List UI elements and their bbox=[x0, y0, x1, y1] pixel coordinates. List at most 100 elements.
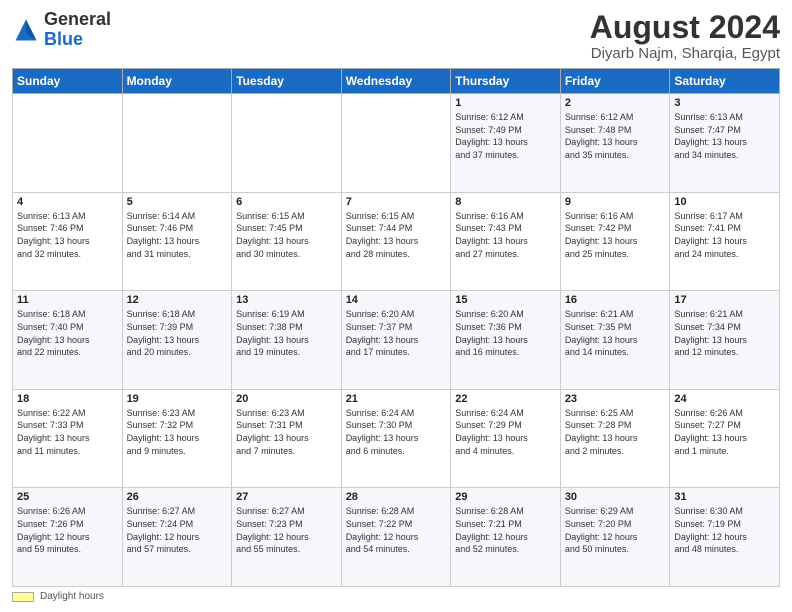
calendar-cell: 9 Sunrise: 6:16 AM Sunset: 7:42 PM Daylig… bbox=[560, 192, 670, 291]
calendar-cell: 24Sunrise: 6:26 AM Sunset: 7:27 PM Dayli… bbox=[670, 389, 780, 488]
calendar-cell: 7 Sunrise: 6:15 AM Sunset: 7:44 PM Daylig… bbox=[341, 192, 451, 291]
day-number: 30 bbox=[565, 491, 666, 503]
day-number: 11 bbox=[17, 294, 118, 306]
calendar-cell bbox=[232, 94, 342, 193]
calendar-cell: 26 Sunrise: 6:27 AM Sunset: 7:24 PM Dayli… bbox=[122, 488, 232, 587]
day-number: 25 bbox=[17, 491, 118, 503]
day-info: Sunrise: 6:19 AM Sunset: 7:38 PM Dayligh… bbox=[236, 308, 337, 358]
calendar-cell: 22Sunrise: 6:24 AM Sunset: 7:29 PM Dayli… bbox=[451, 389, 561, 488]
day-number: 6 bbox=[236, 196, 337, 208]
calendar-cell: 15 Sunrise: 6:20 AM Sunset: 7:36 PM Dayli… bbox=[451, 291, 561, 390]
logo: General Blue bbox=[12, 10, 111, 50]
weekday-header-monday: Monday bbox=[122, 69, 232, 94]
calendar-cell: 18 Sunrise: 6:22 AM Sunset: 7:33 PM Dayli… bbox=[13, 389, 123, 488]
day-info: Sunrise: 6:23 AM Sunset: 7:31 PM Dayligh… bbox=[236, 407, 337, 457]
day-info: Sunrise: 6:26 AM Sunset: 7:26 PM Dayligh… bbox=[17, 505, 118, 555]
calendar-cell: 16 Sunrise: 6:21 AM Sunset: 7:35 PM Dayli… bbox=[560, 291, 670, 390]
day-number: 26 bbox=[127, 491, 228, 503]
calendar-cell: 25 Sunrise: 6:26 AM Sunset: 7:26 PM Dayli… bbox=[13, 488, 123, 587]
calendar-cell: 19Sunrise: 6:23 AM Sunset: 7:32 PM Dayli… bbox=[122, 389, 232, 488]
calendar-cell: 12 Sunrise: 6:18 AM Sunset: 7:39 PM Dayli… bbox=[122, 291, 232, 390]
weekday-header-sunday: Sunday bbox=[13, 69, 123, 94]
day-number: 12 bbox=[127, 294, 228, 306]
day-number: 28 bbox=[346, 491, 447, 503]
calendar-cell: 17 Sunrise: 6:21 AM Sunset: 7:34 PM Dayli… bbox=[670, 291, 780, 390]
day-number: 31 bbox=[674, 491, 775, 503]
day-info: Sunrise: 6:15 AM Sunset: 7:44 PM Dayligh… bbox=[346, 210, 447, 260]
weekday-header-saturday: Saturday bbox=[670, 69, 780, 94]
calendar-week-row: 11 Sunrise: 6:18 AM Sunset: 7:40 PM Dayli… bbox=[13, 291, 780, 390]
day-number: 3 bbox=[674, 97, 775, 109]
calendar-cell: 10 Sunrise: 6:17 AM Sunset: 7:41 PM Dayli… bbox=[670, 192, 780, 291]
calendar-cell: 4Sunrise: 6:13 AM Sunset: 7:46 PM Daylig… bbox=[13, 192, 123, 291]
month-title: August 2024 bbox=[590, 10, 780, 45]
day-info: Sunrise: 6:18 AM Sunset: 7:39 PM Dayligh… bbox=[127, 308, 228, 358]
day-number: 27 bbox=[236, 491, 337, 503]
day-info: Sunrise: 6:13 AM Sunset: 7:46 PM Dayligh… bbox=[17, 210, 118, 260]
day-info: Sunrise: 6:12 AM Sunset: 7:48 PM Dayligh… bbox=[565, 111, 666, 161]
day-number: 22 bbox=[455, 393, 556, 405]
day-number: 16 bbox=[565, 294, 666, 306]
day-number: 19 bbox=[127, 393, 228, 405]
calendar-body: 1Sunrise: 6:12 AM Sunset: 7:49 PM Daylig… bbox=[13, 94, 780, 587]
day-info: Sunrise: 6:15 AM Sunset: 7:45 PM Dayligh… bbox=[236, 210, 337, 260]
daylight-label: Daylight hours bbox=[40, 591, 104, 602]
calendar-cell: 23 Sunrise: 6:25 AM Sunset: 7:28 PM Dayli… bbox=[560, 389, 670, 488]
day-info: Sunrise: 6:20 AM Sunset: 7:37 PM Dayligh… bbox=[346, 308, 447, 358]
day-info: Sunrise: 6:20 AM Sunset: 7:36 PM Dayligh… bbox=[455, 308, 556, 358]
day-info: Sunrise: 6:14 AM Sunset: 7:46 PM Dayligh… bbox=[127, 210, 228, 260]
logo-general-text: General bbox=[44, 9, 111, 29]
weekday-header-tuesday: Tuesday bbox=[232, 69, 342, 94]
calendar-cell: 11 Sunrise: 6:18 AM Sunset: 7:40 PM Dayli… bbox=[13, 291, 123, 390]
day-info: Sunrise: 6:25 AM Sunset: 7:28 PM Dayligh… bbox=[565, 407, 666, 457]
day-info: Sunrise: 6:12 AM Sunset: 7:49 PM Dayligh… bbox=[455, 111, 556, 161]
day-number: 8 bbox=[455, 196, 556, 208]
calendar-cell: 8Sunrise: 6:16 AM Sunset: 7:43 PM Daylig… bbox=[451, 192, 561, 291]
day-info: Sunrise: 6:28 AM Sunset: 7:21 PM Dayligh… bbox=[455, 505, 556, 555]
calendar-page: General Blue August 2024 Diyarb Najm, Sh… bbox=[0, 0, 792, 612]
title-block: August 2024 Diyarb Najm, Sharqia, Egypt bbox=[590, 10, 780, 62]
day-info: Sunrise: 6:26 AM Sunset: 7:27 PM Dayligh… bbox=[674, 407, 775, 457]
day-info: Sunrise: 6:27 AM Sunset: 7:23 PM Dayligh… bbox=[236, 505, 337, 555]
weekday-header-wednesday: Wednesday bbox=[341, 69, 451, 94]
calendar-cell: 21Sunrise: 6:24 AM Sunset: 7:30 PM Dayli… bbox=[341, 389, 451, 488]
logo-icon bbox=[12, 16, 40, 44]
calendar-week-row: 4Sunrise: 6:13 AM Sunset: 7:46 PM Daylig… bbox=[13, 192, 780, 291]
calendar-week-row: 1Sunrise: 6:12 AM Sunset: 7:49 PM Daylig… bbox=[13, 94, 780, 193]
calendar-cell: 5 Sunrise: 6:14 AM Sunset: 7:46 PM Daylig… bbox=[122, 192, 232, 291]
day-number: 17 bbox=[674, 294, 775, 306]
day-number: 5 bbox=[127, 196, 228, 208]
calendar-cell: 6 Sunrise: 6:15 AM Sunset: 7:45 PM Daylig… bbox=[232, 192, 342, 291]
calendar-cell: 14Sunrise: 6:20 AM Sunset: 7:37 PM Dayli… bbox=[341, 291, 451, 390]
day-number: 18 bbox=[17, 393, 118, 405]
day-info: Sunrise: 6:27 AM Sunset: 7:24 PM Dayligh… bbox=[127, 505, 228, 555]
day-number: 13 bbox=[236, 294, 337, 306]
day-info: Sunrise: 6:16 AM Sunset: 7:42 PM Dayligh… bbox=[565, 210, 666, 260]
day-number: 29 bbox=[455, 491, 556, 503]
day-info: Sunrise: 6:22 AM Sunset: 7:33 PM Dayligh… bbox=[17, 407, 118, 457]
daylight-swatch bbox=[12, 592, 34, 602]
calendar-cell bbox=[122, 94, 232, 193]
weekday-header-row: SundayMondayTuesdayWednesdayThursdayFrid… bbox=[13, 69, 780, 94]
calendar-cell: 20Sunrise: 6:23 AM Sunset: 7:31 PM Dayli… bbox=[232, 389, 342, 488]
day-info: Sunrise: 6:21 AM Sunset: 7:34 PM Dayligh… bbox=[674, 308, 775, 358]
day-number: 23 bbox=[565, 393, 666, 405]
calendar-cell: 29 Sunrise: 6:28 AM Sunset: 7:21 PM Dayli… bbox=[451, 488, 561, 587]
day-number: 9 bbox=[565, 196, 666, 208]
day-number: 10 bbox=[674, 196, 775, 208]
calendar-cell: 28 Sunrise: 6:28 AM Sunset: 7:22 PM Dayli… bbox=[341, 488, 451, 587]
day-info: Sunrise: 6:17 AM Sunset: 7:41 PM Dayligh… bbox=[674, 210, 775, 260]
day-info: Sunrise: 6:28 AM Sunset: 7:22 PM Dayligh… bbox=[346, 505, 447, 555]
calendar-cell bbox=[341, 94, 451, 193]
day-number: 7 bbox=[346, 196, 447, 208]
calendar-cell: 27 Sunrise: 6:27 AM Sunset: 7:23 PM Dayli… bbox=[232, 488, 342, 587]
day-info: Sunrise: 6:21 AM Sunset: 7:35 PM Dayligh… bbox=[565, 308, 666, 358]
day-number: 15 bbox=[455, 294, 556, 306]
footer: Daylight hours bbox=[12, 591, 780, 602]
day-info: Sunrise: 6:29 AM Sunset: 7:20 PM Dayligh… bbox=[565, 505, 666, 555]
day-info: Sunrise: 6:13 AM Sunset: 7:47 PM Dayligh… bbox=[674, 111, 775, 161]
logo-blue-text: Blue bbox=[44, 29, 83, 49]
location-title: Diyarb Najm, Sharqia, Egypt bbox=[590, 45, 780, 62]
day-info: Sunrise: 6:18 AM Sunset: 7:40 PM Dayligh… bbox=[17, 308, 118, 358]
calendar-cell: 13 Sunrise: 6:19 AM Sunset: 7:38 PM Dayli… bbox=[232, 291, 342, 390]
